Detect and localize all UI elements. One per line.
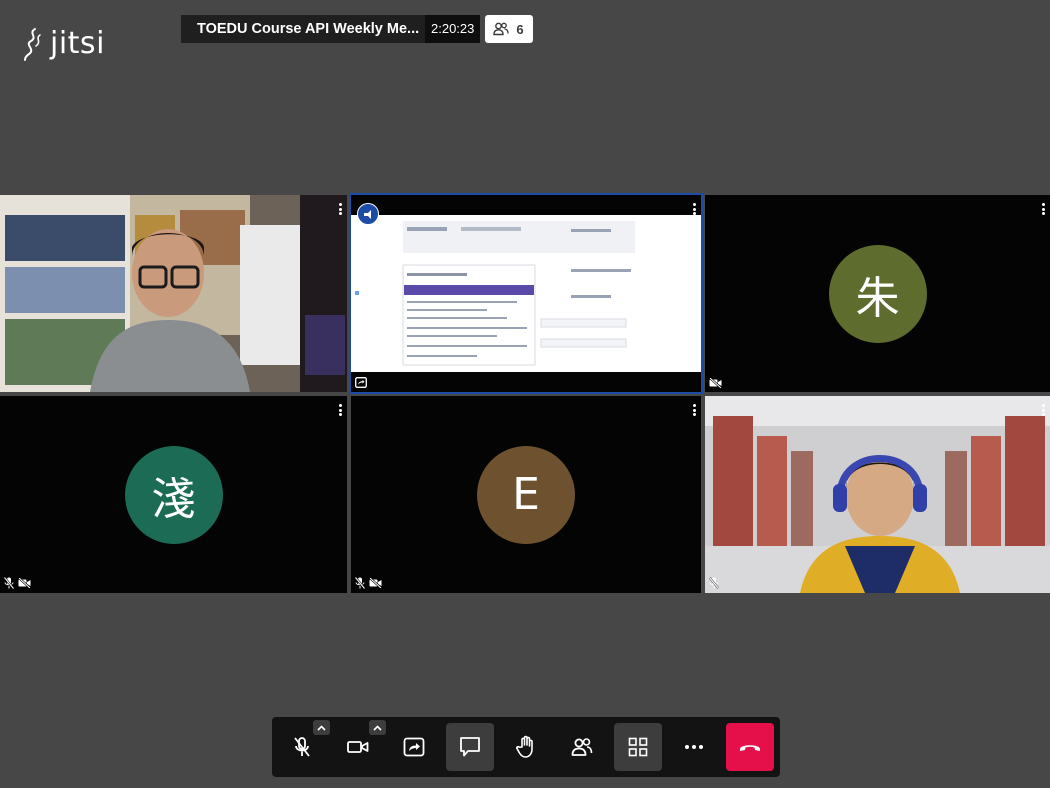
- camera-feed-library: [705, 396, 1050, 593]
- participant-avatar: 淺: [124, 445, 223, 544]
- tile-status: [355, 577, 382, 589]
- tile-menu-icon[interactable]: [338, 203, 342, 215]
- meeting-timer: 2:20:23: [425, 15, 481, 43]
- camera-off-icon: [369, 578, 382, 588]
- camera-icon: [347, 741, 369, 753]
- participants-icon: [571, 738, 593, 756]
- tile-status: [709, 577, 719, 589]
- hangup-icon: [740, 745, 760, 751]
- video-tile-1[interactable]: [0, 195, 347, 392]
- chat-button[interactable]: [446, 723, 494, 771]
- camera-off-icon: [18, 578, 31, 588]
- more-options-button[interactable]: [670, 723, 718, 771]
- grid-icon: [628, 737, 648, 757]
- video-tile-5[interactable]: E: [351, 396, 701, 593]
- video-tile-6[interactable]: [705, 396, 1050, 593]
- tile-menu-icon[interactable]: [1041, 203, 1045, 215]
- tile-menu-icon[interactable]: [692, 203, 696, 215]
- participant-avatar: 朱: [828, 244, 927, 343]
- avatar-initial: 朱: [855, 272, 900, 324]
- video-tile-2-screen-share[interactable]: [349, 193, 703, 394]
- microphone-button[interactable]: [278, 723, 326, 771]
- mic-muted-icon: [294, 737, 310, 757]
- screenshare-status-icon: [355, 377, 367, 388]
- jitsi-logo-icon: [24, 27, 41, 61]
- logo-text: jitsi: [50, 26, 105, 61]
- mic-muted-icon: [355, 577, 365, 589]
- screenshare-icon: [403, 737, 425, 757]
- tile-status: [4, 577, 31, 589]
- tile-menu-icon[interactable]: [338, 404, 342, 416]
- share-screen-button[interactable]: [390, 723, 438, 771]
- tile-view-button[interactable]: [614, 723, 662, 771]
- mic-muted-icon: [709, 577, 719, 589]
- shared-document-preview: [351, 215, 701, 372]
- participant-count: 6: [516, 21, 524, 37]
- camera-off-icon: [709, 378, 722, 388]
- avatar-initial: 淺: [151, 473, 196, 525]
- hand-icon: [516, 735, 533, 758]
- avatar-initial: E: [512, 469, 540, 520]
- participants-count-badge[interactable]: 6: [485, 15, 533, 43]
- raise-hand-button[interactable]: [502, 723, 550, 771]
- participant-avatar: E: [477, 445, 575, 544]
- video-tile-3[interactable]: 朱: [705, 195, 1050, 392]
- jitsi-logo: jitsi: [22, 26, 105, 61]
- meeting-title: TOEDU Course API Weekly Me...: [181, 15, 425, 43]
- mic-muted-icon: [4, 577, 14, 589]
- participants-button[interactable]: [558, 723, 606, 771]
- meeting-toolbar: [272, 717, 780, 777]
- meeting-header: TOEDU Course API Weekly Me... 2:20:23 6: [181, 15, 533, 43]
- tile-status: [355, 377, 367, 388]
- camera-feed-bookshelf: [0, 195, 347, 392]
- camera-button[interactable]: [334, 723, 382, 771]
- tile-menu-icon[interactable]: [692, 404, 696, 416]
- tile-menu-icon[interactable]: [1041, 404, 1045, 416]
- shared-screen-content: [351, 215, 701, 372]
- hangup-button[interactable]: [726, 723, 774, 771]
- screen-share-indicator-icon: [357, 203, 379, 225]
- tile-status: [709, 378, 722, 388]
- participants-icon: [493, 22, 510, 36]
- chat-icon: [460, 737, 480, 757]
- more-icon: [685, 745, 703, 749]
- video-tile-4[interactable]: 淺: [0, 396, 347, 593]
